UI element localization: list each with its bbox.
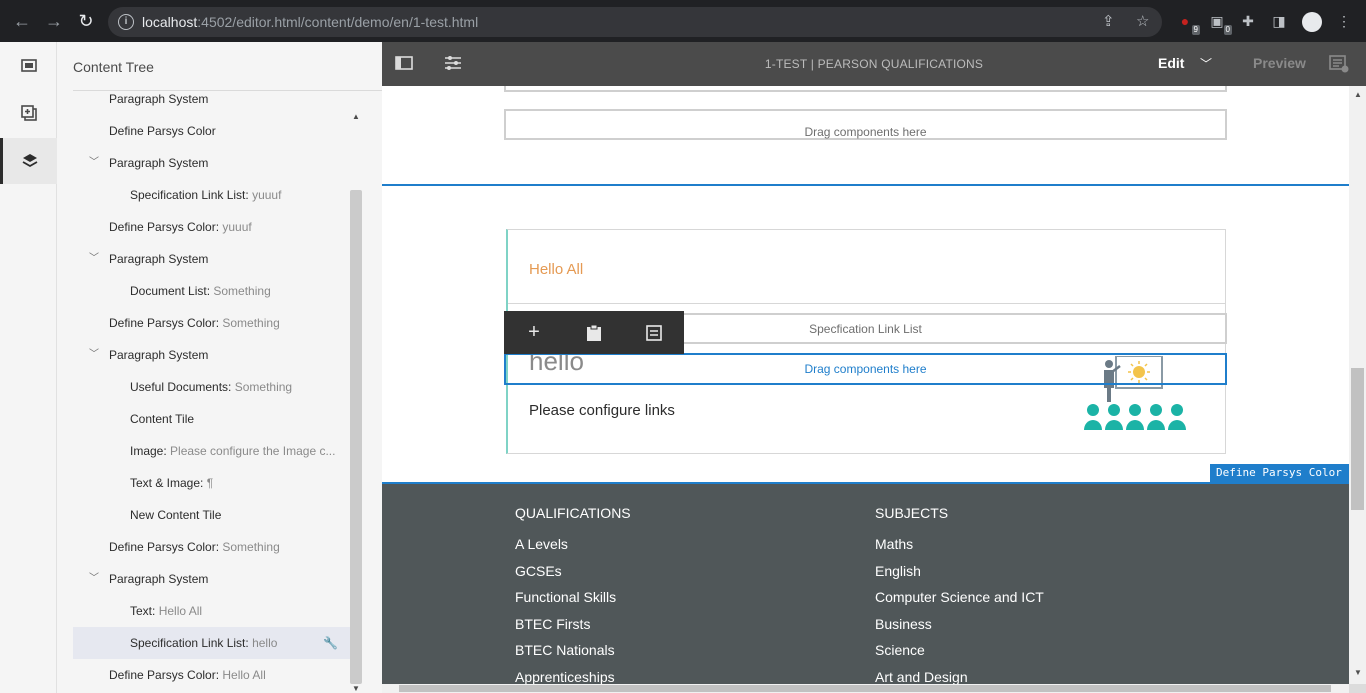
group-icon bbox=[646, 324, 662, 341]
section-divider bbox=[382, 184, 1349, 186]
reload-icon[interactable]: ↻ bbox=[76, 11, 96, 31]
page-title: 1-TEST | PEARSON QUALIFICATIONS bbox=[764, 57, 984, 71]
assets-icon bbox=[20, 59, 37, 72]
footer-subjects: SUBJECTS Maths English Computer Science … bbox=[875, 504, 1044, 684]
rail-assets-button[interactable] bbox=[0, 43, 57, 89]
tree-item[interactable]: Text: Hello All bbox=[73, 595, 350, 627]
footer-qualifications: QUALIFICATIONS A Levels GCSEs Functional… bbox=[515, 504, 631, 684]
tree-item[interactable]: Document List: Something bbox=[73, 275, 350, 307]
card-heading: Hello All bbox=[529, 261, 584, 278]
footer-heading: QUALIFICATIONS bbox=[515, 505, 631, 521]
dropzone[interactable]: Drag components here bbox=[504, 109, 1227, 140]
tree-item[interactable]: Define Parsys Color: yuuuf bbox=[73, 211, 350, 243]
panel-title: Content Tree bbox=[73, 59, 154, 75]
dropzone-selected[interactable]: Drag components here bbox=[504, 353, 1227, 385]
footer-link[interactable]: BTEC Firsts bbox=[515, 611, 631, 638]
component-toolbar: + bbox=[504, 311, 684, 354]
ublock-extension-icon[interactable]: ● 9 bbox=[1176, 12, 1200, 35]
tree-item[interactable]: Text & Image: ¶ bbox=[73, 467, 350, 499]
tree-item[interactable]: Define Parsys Color bbox=[73, 115, 350, 147]
forward-icon[interactable]: → bbox=[44, 11, 64, 31]
canvas-hscroll-thumb[interactable] bbox=[399, 685, 1331, 692]
footer-link[interactable]: Computer Science and ICT bbox=[875, 584, 1044, 611]
chevron-down-icon[interactable]: ﹀ bbox=[1200, 55, 1212, 72]
footer-heading: SUBJECTS bbox=[875, 505, 949, 521]
card-divider bbox=[508, 303, 1226, 304]
tree-item[interactable]: Paragraph System bbox=[73, 91, 350, 115]
tree-item[interactable]: New Content Tile bbox=[73, 499, 350, 531]
footer-link[interactable]: Business bbox=[875, 611, 1044, 638]
page-canvas: Drag components here Hello All hello Ple… bbox=[382, 86, 1349, 684]
back-icon[interactable]: ← bbox=[12, 11, 32, 31]
components-icon bbox=[20, 105, 37, 121]
tree-scroll-thumb[interactable] bbox=[350, 190, 362, 684]
configure-links-text: Please configure links bbox=[529, 402, 675, 419]
preview-button[interactable]: Preview bbox=[1253, 55, 1306, 71]
tree-item[interactable]: ﹀ Paragraph System bbox=[73, 339, 350, 371]
editor-toolbar: 1-TEST | PEARSON QUALIFICATIONS Edit ﹀ P… bbox=[382, 42, 1366, 86]
more-menu-icon[interactable]: ⋮ bbox=[1335, 12, 1353, 30]
footer-link[interactable]: Art and Design bbox=[875, 664, 1044, 684]
scroll-down-icon[interactable]: ▼ bbox=[350, 684, 362, 693]
rail-components-button[interactable] bbox=[0, 90, 57, 136]
url-text[interactable]: localhost:4502/editor.html/content/demo/… bbox=[142, 14, 478, 30]
tree-item[interactable]: Define Parsys Color: Something bbox=[73, 307, 350, 339]
tree-item[interactable]: ﹀ Paragraph System bbox=[73, 243, 350, 275]
annotations-icon[interactable] bbox=[1329, 55, 1349, 78]
site-info-icon[interactable]: i bbox=[118, 14, 134, 30]
tree-item-selected[interactable]: Specification Link List: hello 🔧 bbox=[73, 627, 350, 659]
chevron-down-icon[interactable]: ﹀ bbox=[89, 147, 99, 179]
footer-link[interactable]: Science bbox=[875, 637, 1044, 664]
profile-avatar[interactable] bbox=[1302, 12, 1322, 32]
dropzone-partial[interactable] bbox=[504, 86, 1227, 92]
parent-button[interactable] bbox=[624, 311, 684, 354]
scroll-up-icon[interactable]: ▲ bbox=[350, 112, 362, 121]
address-bar[interactable]: i localhost:4502/editor.html/content/dem… bbox=[108, 7, 1162, 37]
tree-scrollbar[interactable]: ▲ ▼ bbox=[350, 104, 362, 693]
tree-item[interactable]: ﹀ Paragraph System bbox=[73, 563, 350, 595]
chevron-down-icon[interactable]: ﹀ bbox=[89, 563, 99, 595]
tree-item[interactable]: Define Parsys Color: Hello All bbox=[73, 659, 350, 691]
tree-item[interactable]: Useful Documents: Something bbox=[73, 371, 350, 403]
chevron-down-icon[interactable]: ﹀ bbox=[89, 339, 99, 371]
insert-component-button[interactable]: + bbox=[504, 311, 564, 354]
tab-strip bbox=[0, 0, 1366, 4]
layers-icon bbox=[22, 154, 38, 168]
footer-link[interactable]: Functional Skills bbox=[515, 584, 631, 611]
footer-link[interactable]: Maths bbox=[875, 531, 1044, 558]
canvas-scroll-thumb[interactable] bbox=[1351, 368, 1364, 510]
chevron-down-icon[interactable]: ﹀ bbox=[89, 243, 99, 275]
content-tree: Paragraph System Define Parsys Color ﹀ Pa… bbox=[73, 91, 350, 693]
canvas-vertical-scrollbar[interactable]: ▲ ▼ bbox=[1349, 86, 1366, 684]
bookmark-star-icon[interactable]: ☆ bbox=[1136, 13, 1149, 31]
content-tree-panel: Content Tree Paragraph System Define Par… bbox=[57, 42, 421, 693]
tree-item[interactable]: Image: Please configure the Image c... bbox=[73, 435, 350, 467]
scroll-up-icon[interactable]: ▲ bbox=[1352, 90, 1364, 99]
site-footer: QUALIFICATIONS A Levels GCSEs Functional… bbox=[382, 484, 1349, 684]
puzzle-icon[interactable]: ✚ bbox=[1239, 12, 1257, 30]
tree-item[interactable]: Define Parsys Color: Something bbox=[73, 531, 350, 563]
clipboard-icon bbox=[587, 324, 601, 341]
footer-link[interactable]: BTEC Nationals bbox=[515, 637, 631, 664]
plus-icon: + bbox=[528, 321, 540, 343]
edit-mode-button[interactable]: Edit bbox=[1158, 55, 1184, 71]
paste-button[interactable] bbox=[564, 311, 624, 354]
side-panel-icon[interactable]: ◨ bbox=[1270, 12, 1288, 30]
browser-toolbar: ← → ↻ i localhost:4502/editor.html/conte… bbox=[0, 0, 1366, 42]
footer-link[interactable]: Apprenticeships bbox=[515, 664, 631, 684]
tree-item[interactable]: ﹀ Paragraph System bbox=[73, 147, 350, 179]
rail-content-tree-button[interactable] bbox=[0, 138, 57, 184]
wrench-icon[interactable]: 🔧 bbox=[323, 627, 338, 659]
footer-link[interactable]: English bbox=[875, 558, 1044, 585]
extension-icon[interactable]: ▣ 0 bbox=[1208, 12, 1232, 35]
canvas-horizontal-scrollbar[interactable] bbox=[382, 684, 1349, 693]
tree-item[interactable]: Content Tile bbox=[73, 403, 350, 435]
scroll-down-icon[interactable]: ▼ bbox=[1352, 668, 1364, 677]
left-rail bbox=[0, 42, 57, 693]
footer-link[interactable]: A Levels bbox=[515, 531, 631, 558]
share-icon[interactable]: ⇪ bbox=[1102, 13, 1115, 31]
scrollbar-corner bbox=[1349, 684, 1366, 693]
footer-link[interactable]: GCSEs bbox=[515, 558, 631, 585]
tree-item[interactable]: Specification Link List: yuuuf bbox=[73, 179, 350, 211]
